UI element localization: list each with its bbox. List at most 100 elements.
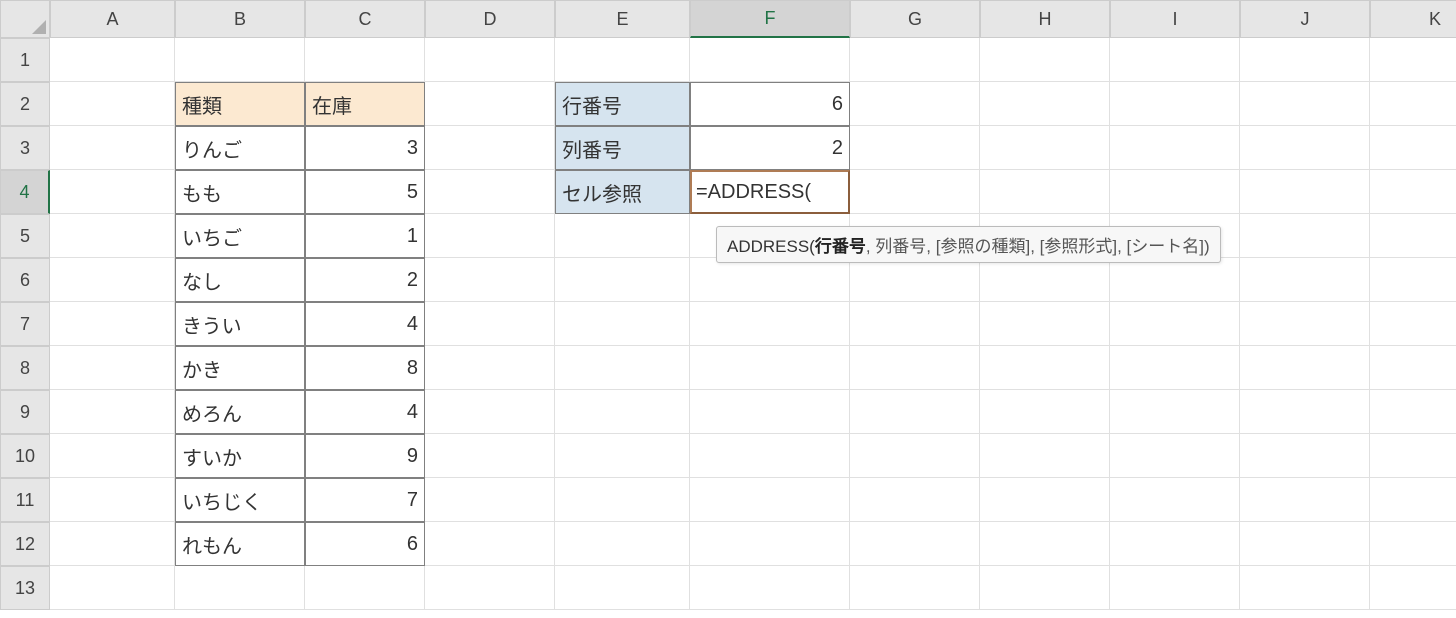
table1-name-6[interactable]: めろん xyxy=(175,390,305,434)
cell-K13[interactable] xyxy=(1370,566,1456,610)
column-header-A[interactable]: A xyxy=(50,0,175,38)
table1-stock-4[interactable]: 4 xyxy=(305,302,425,346)
table1-stock-3[interactable]: 2 xyxy=(305,258,425,302)
cell-K4[interactable] xyxy=(1370,170,1456,214)
cell-A8[interactable] xyxy=(50,346,175,390)
cell-F6[interactable] xyxy=(690,258,850,302)
row-header-6[interactable]: 6 xyxy=(0,258,50,302)
cell-H9[interactable] xyxy=(980,390,1110,434)
cell-I10[interactable] xyxy=(1110,434,1240,478)
row-header-5[interactable]: 5 xyxy=(0,214,50,258)
cell-D6[interactable] xyxy=(425,258,555,302)
cell-H2[interactable] xyxy=(980,82,1110,126)
column-header-K[interactable]: K xyxy=(1370,0,1456,38)
cell-E6[interactable] xyxy=(555,258,690,302)
cell-I1[interactable] xyxy=(1110,38,1240,82)
cell-H4[interactable] xyxy=(980,170,1110,214)
cell-E11[interactable] xyxy=(555,478,690,522)
column-header-I[interactable]: I xyxy=(1110,0,1240,38)
cell-I11[interactable] xyxy=(1110,478,1240,522)
row-header-13[interactable]: 13 xyxy=(0,566,50,610)
table1-name-7[interactable]: すいか xyxy=(175,434,305,478)
column-header-F[interactable]: F xyxy=(690,0,850,38)
cell-G9[interactable] xyxy=(850,390,980,434)
table1-name-5[interactable]: かき xyxy=(175,346,305,390)
cell-E1[interactable] xyxy=(555,38,690,82)
table1-stock-1[interactable]: 5 xyxy=(305,170,425,214)
cell-D12[interactable] xyxy=(425,522,555,566)
row-header-3[interactable]: 3 xyxy=(0,126,50,170)
row-value[interactable]: 6 xyxy=(690,82,850,126)
cell-E7[interactable] xyxy=(555,302,690,346)
cell-D8[interactable] xyxy=(425,346,555,390)
cell-K3[interactable] xyxy=(1370,126,1456,170)
row-header-8[interactable]: 8 xyxy=(0,346,50,390)
cell-I4[interactable] xyxy=(1110,170,1240,214)
cell-K10[interactable] xyxy=(1370,434,1456,478)
table1-name-8[interactable]: いちじく xyxy=(175,478,305,522)
cell-J10[interactable] xyxy=(1240,434,1370,478)
cell-K9[interactable] xyxy=(1370,390,1456,434)
cell-J11[interactable] xyxy=(1240,478,1370,522)
cell-D5[interactable] xyxy=(425,214,555,258)
cell-K7[interactable] xyxy=(1370,302,1456,346)
cell-G3[interactable] xyxy=(850,126,980,170)
cell-I7[interactable] xyxy=(1110,302,1240,346)
table1-name-3[interactable]: なし xyxy=(175,258,305,302)
column-header-H[interactable]: H xyxy=(980,0,1110,38)
row-header-9[interactable]: 9 xyxy=(0,390,50,434)
cell-J8[interactable] xyxy=(1240,346,1370,390)
cell-J1[interactable] xyxy=(1240,38,1370,82)
cell-B1[interactable] xyxy=(175,38,305,82)
table1-stock-2[interactable]: 1 xyxy=(305,214,425,258)
cell-I13[interactable] xyxy=(1110,566,1240,610)
cell-J3[interactable] xyxy=(1240,126,1370,170)
cell-J7[interactable] xyxy=(1240,302,1370,346)
cell-G7[interactable] xyxy=(850,302,980,346)
cell-G2[interactable] xyxy=(850,82,980,126)
cell-G8[interactable] xyxy=(850,346,980,390)
table1-name-0[interactable]: りんご xyxy=(175,126,305,170)
cell-H8[interactable] xyxy=(980,346,1110,390)
cell-J13[interactable] xyxy=(1240,566,1370,610)
cell-K2[interactable] xyxy=(1370,82,1456,126)
cell-I8[interactable] xyxy=(1110,346,1240,390)
cell-H13[interactable] xyxy=(980,566,1110,610)
cell-G11[interactable] xyxy=(850,478,980,522)
cell-G1[interactable] xyxy=(850,38,980,82)
cell-D7[interactable] xyxy=(425,302,555,346)
column-header-G[interactable]: G xyxy=(850,0,980,38)
table1-stock-6[interactable]: 4 xyxy=(305,390,425,434)
cell-K11[interactable] xyxy=(1370,478,1456,522)
cell-H11[interactable] xyxy=(980,478,1110,522)
table1-stock-9[interactable]: 6 xyxy=(305,522,425,566)
cell-H3[interactable] xyxy=(980,126,1110,170)
cell-I9[interactable] xyxy=(1110,390,1240,434)
cell-A9[interactable] xyxy=(50,390,175,434)
cell-J12[interactable] xyxy=(1240,522,1370,566)
cell-F13[interactable] xyxy=(690,566,850,610)
table1-stock-0[interactable]: 3 xyxy=(305,126,425,170)
formula-cell[interactable]: =ADDRESS( xyxy=(690,170,850,214)
table1-stock-5[interactable]: 8 xyxy=(305,346,425,390)
row-header-11[interactable]: 11 xyxy=(0,478,50,522)
cell-A4[interactable] xyxy=(50,170,175,214)
cell-A5[interactable] xyxy=(50,214,175,258)
cell-K8[interactable] xyxy=(1370,346,1456,390)
cell-D11[interactable] xyxy=(425,478,555,522)
cell-H1[interactable] xyxy=(980,38,1110,82)
table1-name-2[interactable]: いちご xyxy=(175,214,305,258)
cell-E5[interactable] xyxy=(555,214,690,258)
column-header-D[interactable]: D xyxy=(425,0,555,38)
cell-E12[interactable] xyxy=(555,522,690,566)
row-header-10[interactable]: 10 xyxy=(0,434,50,478)
select-all-corner[interactable] xyxy=(0,0,50,38)
cell-F9[interactable] xyxy=(690,390,850,434)
cell-G13[interactable] xyxy=(850,566,980,610)
cell-K5[interactable] xyxy=(1370,214,1456,258)
cell-D9[interactable] xyxy=(425,390,555,434)
cell-A10[interactable] xyxy=(50,434,175,478)
cell-G6[interactable] xyxy=(850,258,980,302)
cell-A2[interactable] xyxy=(50,82,175,126)
column-header-C[interactable]: C xyxy=(305,0,425,38)
